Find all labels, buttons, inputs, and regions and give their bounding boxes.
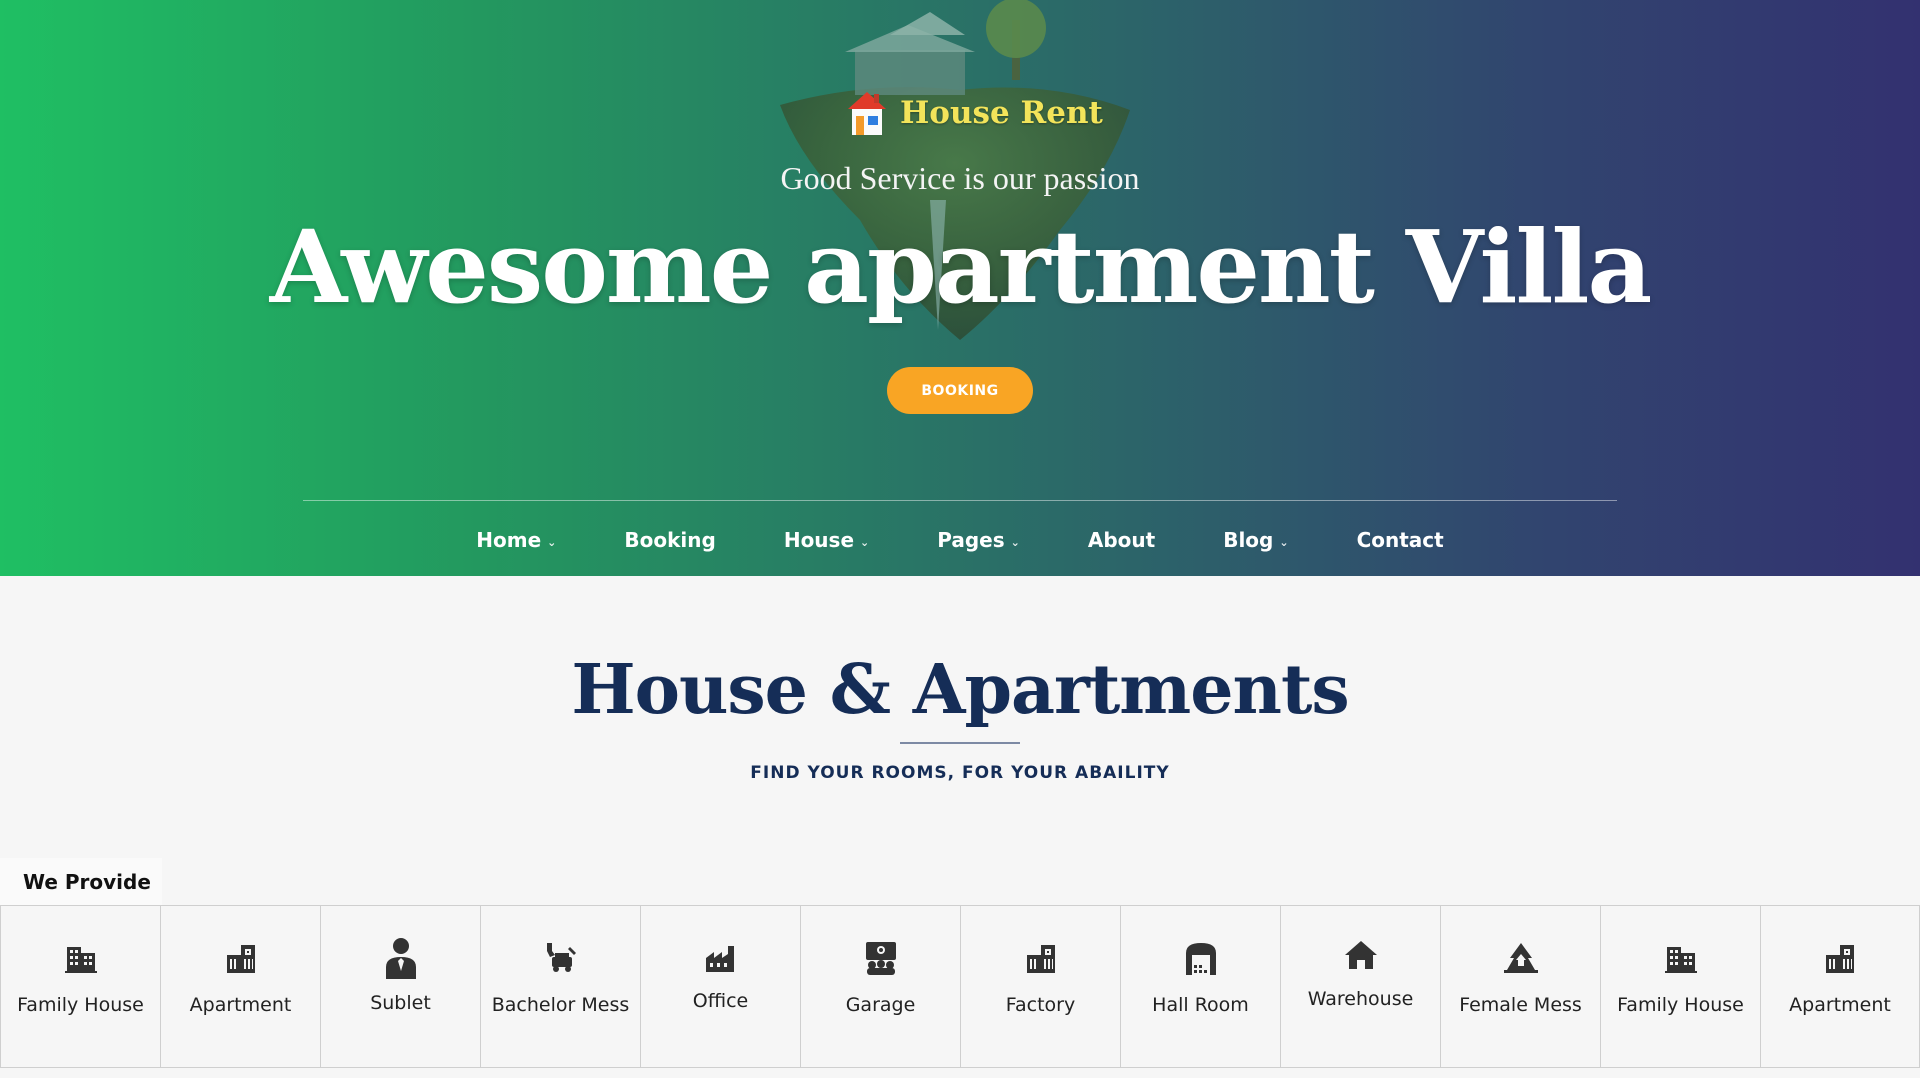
category-card-factory[interactable]: Factory <box>960 906 1120 1067</box>
tree-house-icon <box>1503 943 1538 973</box>
we-provide-tab[interactable]: We Provide <box>0 858 162 906</box>
chevron-down-icon: ⌄ <box>1010 535 1020 549</box>
apartment-icon <box>1026 945 1055 973</box>
industry-icon <box>705 946 734 972</box>
nav-divider <box>303 500 1617 501</box>
hero-headline: Awesome apartment Villa <box>269 208 1653 326</box>
nav-label: Contact <box>1356 528 1444 552</box>
category-label: Hall Room <box>1152 994 1249 1016</box>
category-card-apartment-2[interactable]: Apartment <box>1760 906 1920 1067</box>
category-label: Family House <box>17 994 144 1016</box>
nav-item-home[interactable]: Home ⌄ <box>476 528 556 552</box>
nav-item-contact[interactable]: Contact <box>1357 528 1444 552</box>
tools-car-icon <box>546 943 576 972</box>
main-nav: Home ⌄ Booking House ⌄ Pages ⌄ About Blo… <box>0 520 1920 560</box>
category-card-female-mess[interactable]: Female Mess <box>1440 906 1600 1067</box>
nav-item-about[interactable]: About <box>1088 528 1155 552</box>
nav-label: Blog <box>1223 528 1274 552</box>
category-label: Apartment <box>189 994 292 1016</box>
category-label: Bachelor Mess <box>491 994 630 1016</box>
category-label: Factory <box>1005 994 1076 1016</box>
category-list: Family House Apartment Sublet Bachelor M… <box>0 905 1920 1068</box>
category-label: Female Mess <box>1459 994 1582 1016</box>
apartment-icon <box>226 945 255 973</box>
building-icon <box>64 947 97 973</box>
category-label: Office <box>692 990 749 1012</box>
home-icon <box>1344 941 1377 969</box>
nav-label: Home <box>476 528 542 552</box>
category-label: Warehouse <box>1307 988 1414 1010</box>
nav-item-house[interactable]: House ⌄ <box>784 528 869 552</box>
category-card-apartment[interactable]: Apartment <box>160 906 320 1067</box>
person-tie-icon <box>385 938 416 979</box>
category-card-office[interactable]: Office <box>640 906 800 1067</box>
category-label: Sublet <box>370 992 431 1014</box>
warehouse-door-icon <box>1185 943 1216 975</box>
category-label: Family House <box>1617 994 1744 1016</box>
nav-item-pages[interactable]: Pages ⌄ <box>937 528 1020 552</box>
category-card-bachelor-mess[interactable]: Bachelor Mess <box>480 906 640 1067</box>
nav-item-blog[interactable]: Blog ⌄ <box>1223 528 1288 552</box>
booking-button[interactable]: BOOKING <box>887 367 1033 414</box>
house-logo-icon <box>848 92 886 135</box>
section-subtitle: FIND YOUR ROOMS, FOR YOUR ABAILITY <box>750 763 1170 783</box>
category-card-family-house-2[interactable]: Family House <box>1600 906 1760 1067</box>
apartment-icon <box>1826 945 1854 973</box>
hero-banner: House Rent Good Service is our passion A… <box>0 0 1920 576</box>
building-icon <box>1664 947 1697 973</box>
nav-label: Pages <box>937 528 1005 552</box>
category-card-hall-room[interactable]: Hall Room <box>1120 906 1280 1067</box>
nav-label: About <box>1087 528 1156 552</box>
chevron-down-icon: ⌄ <box>1279 535 1289 549</box>
nav-label: House <box>783 528 855 552</box>
nav-item-booking[interactable]: Booking <box>624 528 715 552</box>
section-title: House & Apartments <box>571 650 1349 730</box>
category-card-warehouse[interactable]: Warehouse <box>1280 906 1440 1067</box>
category-card-garage[interactable]: Garage <box>800 906 960 1067</box>
category-card-sublet[interactable]: Sublet <box>320 906 480 1067</box>
category-card-family-house[interactable]: Family House <box>0 906 160 1067</box>
hero-tagline: Good Service is our passion <box>780 160 1140 196</box>
chevron-down-icon: ⌄ <box>860 535 870 549</box>
title-underline <box>900 742 1020 744</box>
category-label: Apartment <box>1789 994 1891 1016</box>
nav-label: Booking <box>624 528 716 552</box>
logo-text: House Rent <box>900 95 1103 131</box>
garage-icon <box>865 942 896 975</box>
chevron-down-icon: ⌄ <box>547 535 557 549</box>
category-label: Garage <box>845 994 916 1016</box>
site-logo[interactable]: House Rent <box>846 86 1103 140</box>
